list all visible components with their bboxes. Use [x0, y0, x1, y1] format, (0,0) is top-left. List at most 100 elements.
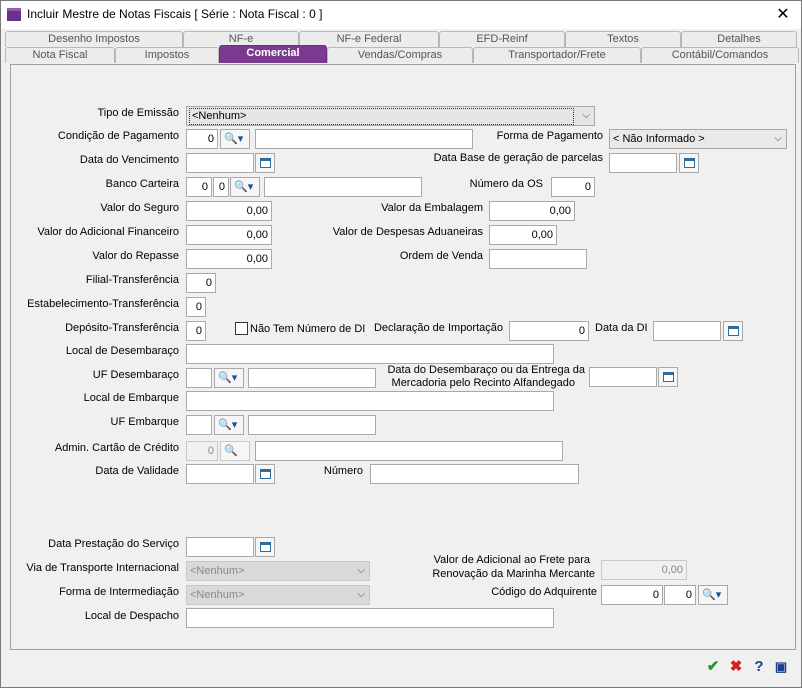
- codigo-adquirente-search-icon[interactable]: 🔍▾: [698, 585, 728, 605]
- tab-textos[interactable]: Textos: [565, 31, 681, 47]
- uf-desembaraco-input[interactable]: [186, 368, 212, 388]
- calendar-icon[interactable]: [255, 153, 275, 173]
- uf-embarque-desc[interactable]: [248, 415, 376, 435]
- local-embarque-input[interactable]: [186, 391, 554, 411]
- declaracao-importacao-input[interactable]: 0: [509, 321, 589, 341]
- numero-os-input[interactable]: 0: [551, 177, 595, 197]
- app-icon: [7, 8, 21, 21]
- tab-nota-fiscal[interactable]: Nota Fiscal: [5, 47, 115, 63]
- codigo-adquirente-b[interactable]: 0: [664, 585, 696, 605]
- tab-transportador-frete[interactable]: Transportador/Frete: [473, 47, 641, 63]
- calendar-icon[interactable]: [255, 464, 275, 484]
- cancel-x-icon[interactable]: ✖: [726, 656, 746, 678]
- local-desembaraco-label: Local de Desembaraço: [65, 345, 179, 357]
- numero-label: Número: [323, 465, 363, 477]
- calendar-icon[interactable]: [679, 153, 699, 173]
- valor-seguro-label: Valor do Seguro: [100, 202, 179, 214]
- calendar-icon[interactable]: [255, 537, 275, 557]
- calendar-icon[interactable]: [658, 367, 678, 387]
- tab-contabil-comandos[interactable]: Contábil/Comandos: [641, 47, 799, 63]
- local-desembaraco-input[interactable]: [186, 344, 554, 364]
- uf-embarque-input[interactable]: [186, 415, 212, 435]
- condicao-pagamento-code[interactable]: 0: [186, 129, 218, 149]
- valor-afrmm-label-1: Valor de Adicional ao Frete para: [433, 554, 590, 566]
- local-despacho-label: Local de Despacho: [84, 610, 179, 622]
- condicao-pagamento-search-icon[interactable]: 🔍▾: [220, 129, 250, 149]
- deposito-transf-input[interactable]: 0: [186, 321, 206, 341]
- data-validade-input[interactable]: [186, 464, 254, 484]
- uf-desembaraco-label: UF Desembaraço: [92, 369, 179, 381]
- valor-afrmm-label-2: Renovação da Marinha Mercante: [432, 568, 595, 580]
- banco-carteira-search-icon[interactable]: 🔍▾: [230, 177, 260, 197]
- forma-pagamento-value: < Não Informado >: [613, 133, 705, 145]
- forma-pagamento-select[interactable]: < Não Informado > ⌵: [609, 129, 787, 149]
- chevron-down-icon: ⌵: [582, 110, 590, 121]
- data-base-label: Data Base de geração de parcelas: [433, 152, 603, 164]
- condicao-pagamento-label: Condição de Pagamento: [57, 130, 179, 142]
- forma-intermediacao-value: <Nenhum>: [190, 589, 245, 601]
- banco-carteira-b[interactable]: 0: [213, 177, 229, 197]
- codigo-adquirente-a[interactable]: 0: [601, 585, 663, 605]
- admin-cartao-label: Admin. Cartão de Crédito: [54, 442, 179, 454]
- declaracao-importacao-label: Declaração de Importação: [373, 322, 503, 334]
- data-base-input[interactable]: [609, 153, 677, 173]
- data-desembaraco-input[interactable]: [589, 367, 657, 387]
- valor-desp-adu-input[interactable]: 0,00: [489, 225, 557, 245]
- banco-carteira-a[interactable]: 0: [186, 177, 212, 197]
- tab-vendas-compras[interactable]: Vendas/Compras: [327, 47, 473, 63]
- tab-efd-reinf[interactable]: EFD-Reinf: [439, 31, 565, 47]
- valor-embalagem-input[interactable]: 0,00: [489, 201, 575, 221]
- valor-desp-adu-label: Valor de Despesas Aduaneiras: [332, 226, 483, 238]
- admin-cartao-search-icon[interactable]: 🔍: [220, 441, 250, 461]
- uf-desembaraco-desc[interactable]: [248, 368, 376, 388]
- tab-detalhes[interactable]: Detalhes: [681, 31, 797, 47]
- data-desembaraco-label-2: Mercadoria pelo Recinto Alfandegado: [391, 377, 575, 389]
- chevron-down-icon: ⌵: [357, 565, 365, 576]
- uf-embarque-search-icon[interactable]: 🔍▾: [214, 415, 244, 435]
- confirm-check-icon[interactable]: ✔: [703, 656, 723, 678]
- via-transporte-value: <Nenhum>: [190, 565, 245, 577]
- filial-transf-input[interactable]: 0: [186, 273, 216, 293]
- codigo-adquirente-label: Código do Adquirente: [491, 586, 597, 598]
- numero-input[interactable]: [370, 464, 579, 484]
- local-despacho-input[interactable]: [186, 608, 554, 628]
- estab-transf-input[interactable]: 0: [186, 297, 206, 317]
- forma-pagamento-label: Forma de Pagamento: [496, 130, 603, 142]
- data-prestacao-input[interactable]: [186, 537, 254, 557]
- banco-carteira-label: Banco Carteira: [105, 178, 179, 190]
- ordem-venda-input[interactable]: [489, 249, 587, 269]
- tab-impostos[interactable]: Impostos: [115, 47, 219, 63]
- tipo-emissao-select[interactable]: <Nenhum> ⌵: [186, 106, 595, 126]
- tipo-emissao-value: <Nenhum>: [189, 108, 574, 125]
- via-transporte-label: Via de Transporte Internacional: [26, 562, 179, 574]
- forma-intermediacao-select[interactable]: <Nenhum> ⌵: [186, 585, 370, 605]
- valor-repasse-input[interactable]: 0,00: [186, 249, 272, 269]
- close-icon[interactable]: ✕: [773, 4, 793, 24]
- valor-afrmm-input[interactable]: 0,00: [601, 560, 687, 580]
- valor-seguro-input[interactable]: 0,00: [186, 201, 272, 221]
- filial-transf-label: Filial-Transferência: [85, 274, 179, 286]
- data-vencimento-input[interactable]: [186, 153, 254, 173]
- calendar-icon[interactable]: [723, 321, 743, 341]
- data-di-label: Data da DI: [595, 322, 648, 334]
- exit-door-icon[interactable]: ▣: [771, 656, 791, 678]
- ordem-venda-label: Ordem de Venda: [399, 250, 483, 262]
- local-embarque-label: Local de Embarque: [83, 392, 179, 404]
- data-di-input[interactable]: [653, 321, 721, 341]
- uf-desembaraco-search-icon[interactable]: 🔍▾: [214, 368, 244, 388]
- admin-cartao-input[interactable]: 0: [186, 441, 218, 461]
- admin-cartao-desc[interactable]: [255, 441, 563, 461]
- via-transporte-select[interactable]: <Nenhum> ⌵: [186, 561, 370, 581]
- tab-comercial[interactable]: Comercial: [219, 45, 327, 63]
- window-title: Incluir Mestre de Notas Fiscais [ Série …: [27, 7, 323, 21]
- tab-desenho-impostos[interactable]: Desenho Impostos: [5, 31, 183, 47]
- data-validade-label: Data de Validade: [95, 465, 179, 477]
- valor-adic-fin-input[interactable]: 0,00: [186, 225, 272, 245]
- banco-carteira-desc[interactable]: [264, 177, 422, 197]
- forma-intermediacao-label: Forma de Intermediação: [59, 586, 179, 598]
- nao-tem-di-checkbox[interactable]: [235, 322, 248, 335]
- valor-embalagem-label: Valor da Embalagem: [381, 202, 483, 214]
- help-icon[interactable]: ?: [749, 656, 769, 678]
- condicao-pagamento-desc[interactable]: [255, 129, 473, 149]
- nao-tem-di-label: Não Tem Número de DI: [250, 323, 366, 335]
